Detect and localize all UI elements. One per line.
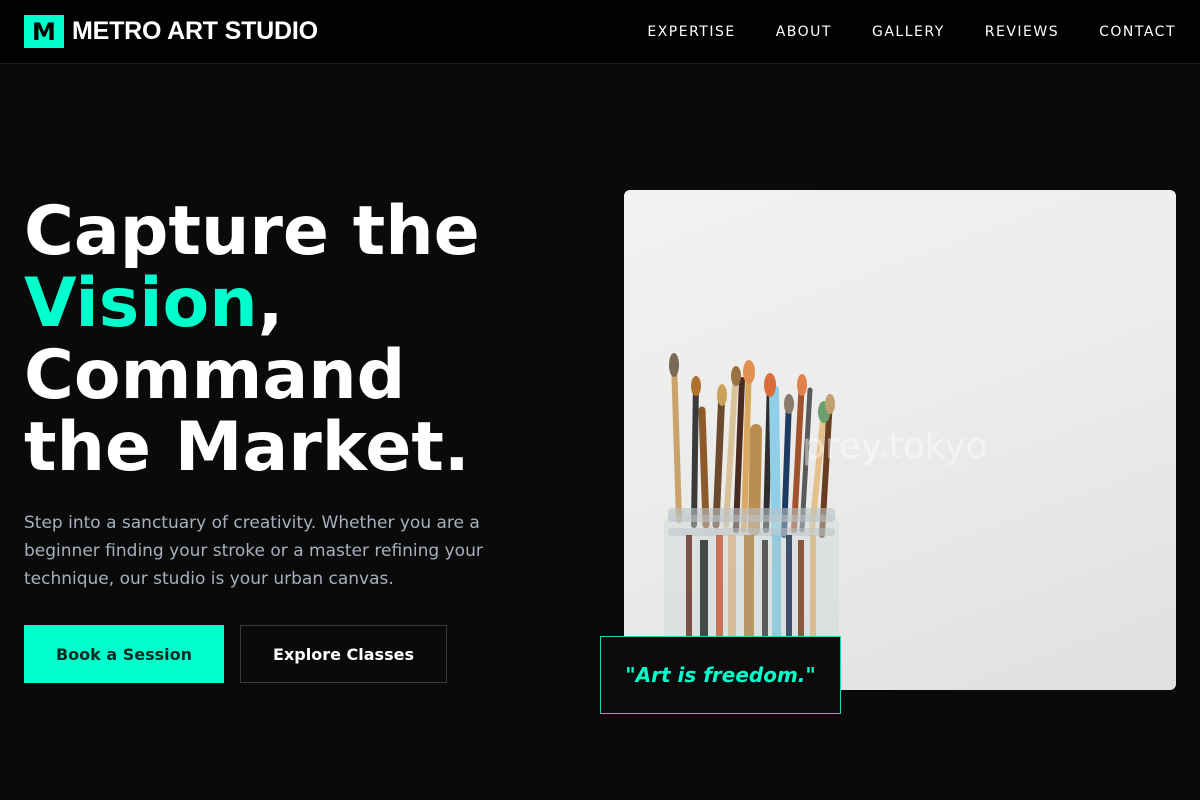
book-session-button[interactable]: Book a Session bbox=[24, 625, 224, 683]
logo-mark-icon: M bbox=[24, 15, 64, 48]
top-navbar: M METRO ART STUDIO EXPERTISE ABOUT GALLE… bbox=[0, 0, 1200, 64]
hero-title-line3: Command bbox=[24, 336, 406, 415]
quote-text: "Art is freedom." bbox=[625, 663, 816, 687]
nav-link-gallery[interactable]: GALLERY bbox=[872, 24, 945, 40]
brand-name: METRO ART STUDIO bbox=[72, 17, 318, 45]
paintbrush-jar-icon: prey.tokyo bbox=[664, 353, 988, 655]
hero-description: Step into a sanctuary of creativity. Whe… bbox=[24, 513, 483, 589]
hero-title-comma: , bbox=[257, 264, 284, 343]
nav-link-expertise[interactable]: EXPERTISE bbox=[647, 24, 735, 40]
explore-classes-button[interactable]: Explore Classes bbox=[240, 625, 447, 683]
main-nav: EXPERTISE ABOUT GALLERY REVIEWS CONTACT bbox=[647, 0, 1176, 64]
nav-link-about[interactable]: ABOUT bbox=[776, 24, 832, 40]
nav-link-reviews[interactable]: REVIEWS bbox=[985, 24, 1059, 40]
quote-box: "Art is freedom." bbox=[600, 636, 841, 714]
brand-logo[interactable]: M METRO ART STUDIO bbox=[24, 15, 318, 48]
nav-link-contact[interactable]: CONTACT bbox=[1099, 24, 1176, 40]
hero-title-accent: Vision bbox=[24, 264, 258, 343]
hero-image: prey.tokyo bbox=[624, 190, 1176, 690]
hero-title: Capture the Vision, Command the Market. bbox=[24, 196, 584, 484]
image-watermark: prey.tokyo bbox=[802, 426, 988, 467]
hero-title-line1: Capture the bbox=[24, 192, 480, 271]
hero-title-line4: the Market. bbox=[24, 408, 470, 487]
